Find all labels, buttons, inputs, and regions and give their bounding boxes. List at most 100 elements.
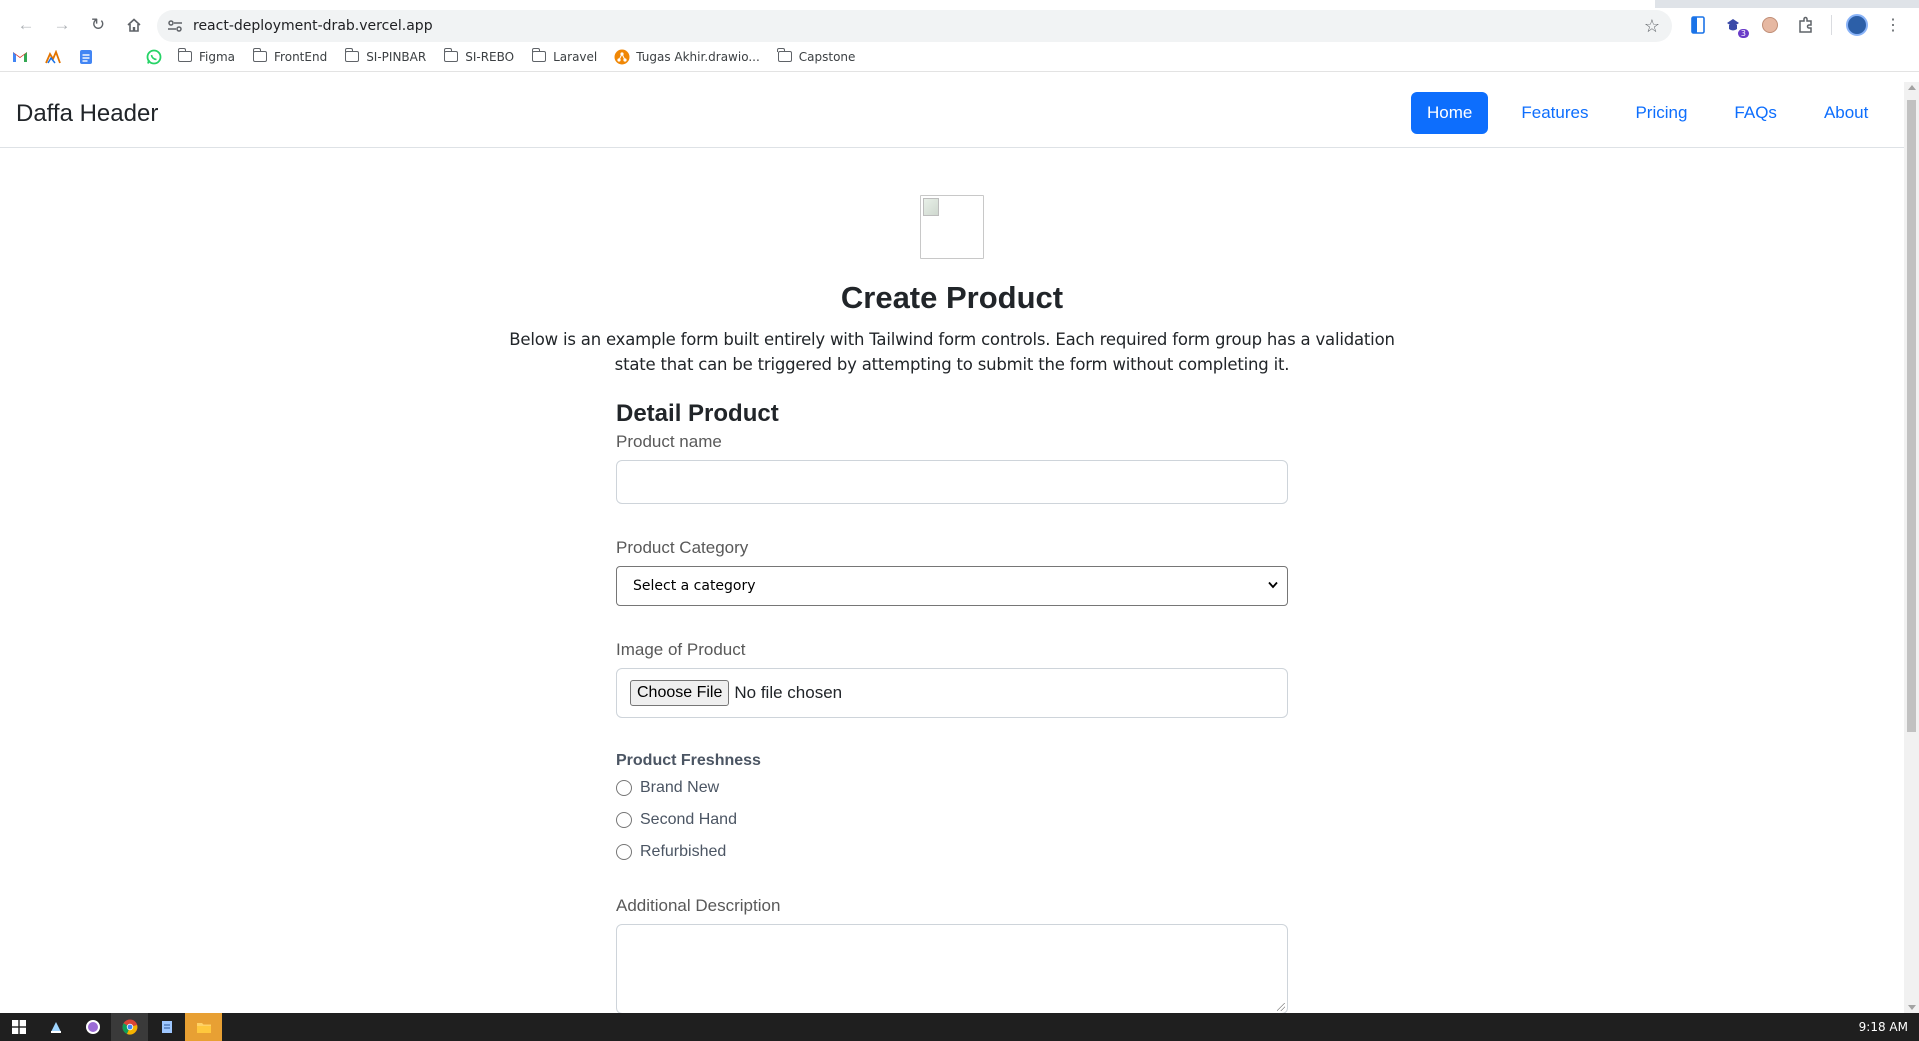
product-image-label: Image of Product — [616, 640, 746, 659]
profile-avatar[interactable] — [1842, 10, 1872, 40]
section-title: Detail Product — [616, 400, 779, 427]
freshness-option-brand-new[interactable]: Brand New — [616, 772, 1288, 804]
chart-icon — [45, 49, 61, 65]
extension-icon-with-badge[interactable]: 3 — [1719, 10, 1749, 40]
product-category-label: Product Category — [616, 538, 749, 557]
folder-icon — [252, 48, 268, 65]
broken-image-icon — [920, 195, 984, 259]
url-text[interactable]: react-deployment-drab.vercel.app — [193, 18, 433, 34]
folder-icon — [443, 48, 459, 65]
nav-home[interactable]: Home — [1411, 92, 1489, 134]
bookmark-whatsapp[interactable] — [146, 49, 162, 65]
bookmark-si-pinbar[interactable]: SI-PINBAR — [344, 48, 427, 65]
profile-extension-icon[interactable] — [1755, 10, 1785, 40]
nav-features[interactable]: Features — [1505, 92, 1604, 134]
bookmark-star-icon[interactable]: ☆ — [1644, 16, 1660, 37]
bookmark-label: Figma — [199, 49, 236, 64]
product-name-input[interactable] — [616, 460, 1288, 504]
back-icon[interactable]: ← — [8, 10, 44, 40]
notepad-icon[interactable] — [148, 1013, 185, 1041]
radio-button[interactable] — [616, 844, 632, 860]
bookmark-laravel[interactable]: Laravel — [531, 48, 598, 65]
home-icon[interactable] — [116, 10, 152, 40]
resize-handle-icon[interactable] — [1277, 1003, 1285, 1011]
reload-icon[interactable]: ↻ — [80, 10, 116, 40]
freshness-radio-group: Brand New Second Hand Refurbished — [616, 772, 1288, 868]
windows-start-icon[interactable] — [0, 1013, 37, 1041]
product-name-label: Product name — [616, 432, 722, 451]
bookmark-label: Tugas Akhir.drawio... — [636, 49, 760, 64]
page-lead: Below is an example form built entirely … — [509, 330, 1395, 374]
category-selected-value: Select a category — [633, 578, 756, 594]
active-tab-edge — [0, 0, 1655, 8]
radio-label: Brand New — [640, 779, 720, 796]
nav-about[interactable]: About — [1808, 92, 1884, 134]
chevron-down-icon — [1268, 578, 1278, 592]
bookmark-si-rebo[interactable]: SI-REBO — [443, 48, 515, 65]
scroll-up-icon[interactable] — [1908, 85, 1916, 90]
file-explorer-icon[interactable] — [185, 1013, 222, 1041]
bookmark-label: Capstone — [798, 49, 856, 64]
windows-taskbar: 9:18 AM — [0, 1013, 1919, 1041]
page-scrollbar[interactable] — [1904, 82, 1919, 1013]
chrome-icon[interactable] — [111, 1013, 148, 1041]
drawio-icon — [614, 49, 630, 65]
site-header: Daffa Header Home Features Pricing FAQs … — [0, 82, 1904, 148]
toolbar-divider — [1831, 15, 1832, 35]
additional-description-textarea[interactable] — [616, 924, 1288, 1013]
folder-icon — [177, 48, 193, 65]
forward-icon[interactable]: → — [44, 10, 80, 40]
file-status: No file chosen — [734, 683, 843, 702]
choose-file-button[interactable]: Choose File — [630, 680, 730, 706]
bookmark-chart[interactable] — [45, 49, 61, 65]
site-brand[interactable]: Daffa Header — [16, 100, 158, 128]
freshness-option-second-hand[interactable]: Second Hand — [616, 804, 1288, 836]
nav-faqs[interactable]: FAQs — [1718, 92, 1793, 134]
extensions-puzzle-icon[interactable] — [1791, 10, 1821, 40]
taskbar-app-icon[interactable] — [37, 1013, 74, 1041]
menu-kebab-icon[interactable]: ⋮ — [1878, 10, 1908, 40]
bookmark-drawio[interactable]: Tugas Akhir.drawio... — [614, 49, 760, 65]
folder-icon — [777, 48, 793, 65]
reading-list-icon[interactable] — [1683, 10, 1713, 40]
freshness-option-refurbished[interactable]: Refurbished — [616, 836, 1288, 868]
radio-label: Refurbished — [640, 843, 727, 860]
bookmark-frontend[interactable]: FrontEnd — [252, 48, 328, 65]
bookmark-figma[interactable]: Figma — [177, 48, 236, 65]
product-image-file-input[interactable]: Choose File No file chosen — [616, 668, 1288, 718]
bookmark-label: SI-PINBAR — [366, 49, 427, 64]
bookmark-label: FrontEnd — [274, 49, 328, 64]
bookmark-capstone[interactable]: Capstone — [777, 48, 856, 65]
whatsapp-icon — [146, 49, 162, 65]
scroll-down-icon[interactable] — [1908, 1005, 1916, 1010]
gmail-icon — [12, 49, 28, 65]
page-viewport: Daffa Header Home Features Pricing FAQs … — [0, 82, 1919, 1013]
bookmark-label: SI-REBO — [465, 49, 515, 64]
extensions-area: 3 ⋮ — [1683, 10, 1908, 40]
radio-button[interactable] — [616, 780, 632, 796]
folder-icon — [344, 48, 360, 65]
page-title: Create Product — [840, 280, 1064, 315]
folder-icon — [531, 48, 547, 65]
radio-label: Second Hand — [640, 811, 737, 828]
address-bar[interactable]: react-deployment-drab.vercel.app ☆ — [157, 10, 1672, 42]
browser-toolbar: ← → ↻ react-deployment-drab.vercel.app ☆… — [0, 8, 1919, 42]
create-product-form: Detail Product Product name Product Cate… — [616, 394, 1288, 1013]
bookmark-gmail[interactable] — [12, 49, 28, 65]
github-desktop-icon[interactable] — [74, 1013, 111, 1041]
taskbar-clock[interactable]: 9:18 AM — [1859, 1020, 1908, 1034]
extension-badge: 3 — [1737, 29, 1749, 38]
product-category-select[interactable]: Select a category — [616, 566, 1288, 606]
bookmarks-bar: Figma FrontEnd SI-PINBAR SI-REBO Laravel… — [0, 42, 1919, 72]
radio-button[interactable] — [616, 812, 632, 828]
bookmark-label: Laravel — [553, 49, 598, 64]
bookmark-docs[interactable] — [78, 49, 94, 65]
additional-description-label: Additional Description — [616, 896, 781, 915]
site-settings-icon[interactable] — [157, 19, 193, 33]
tab-strip — [0, 0, 1919, 8]
docs-icon — [78, 49, 94, 65]
scrollbar-thumb[interactable] — [1907, 100, 1916, 732]
product-freshness-label: Product Freshness — [616, 752, 761, 769]
main-nav: Home Features Pricing FAQs About — [1411, 92, 1884, 134]
nav-pricing[interactable]: Pricing — [1619, 92, 1703, 134]
